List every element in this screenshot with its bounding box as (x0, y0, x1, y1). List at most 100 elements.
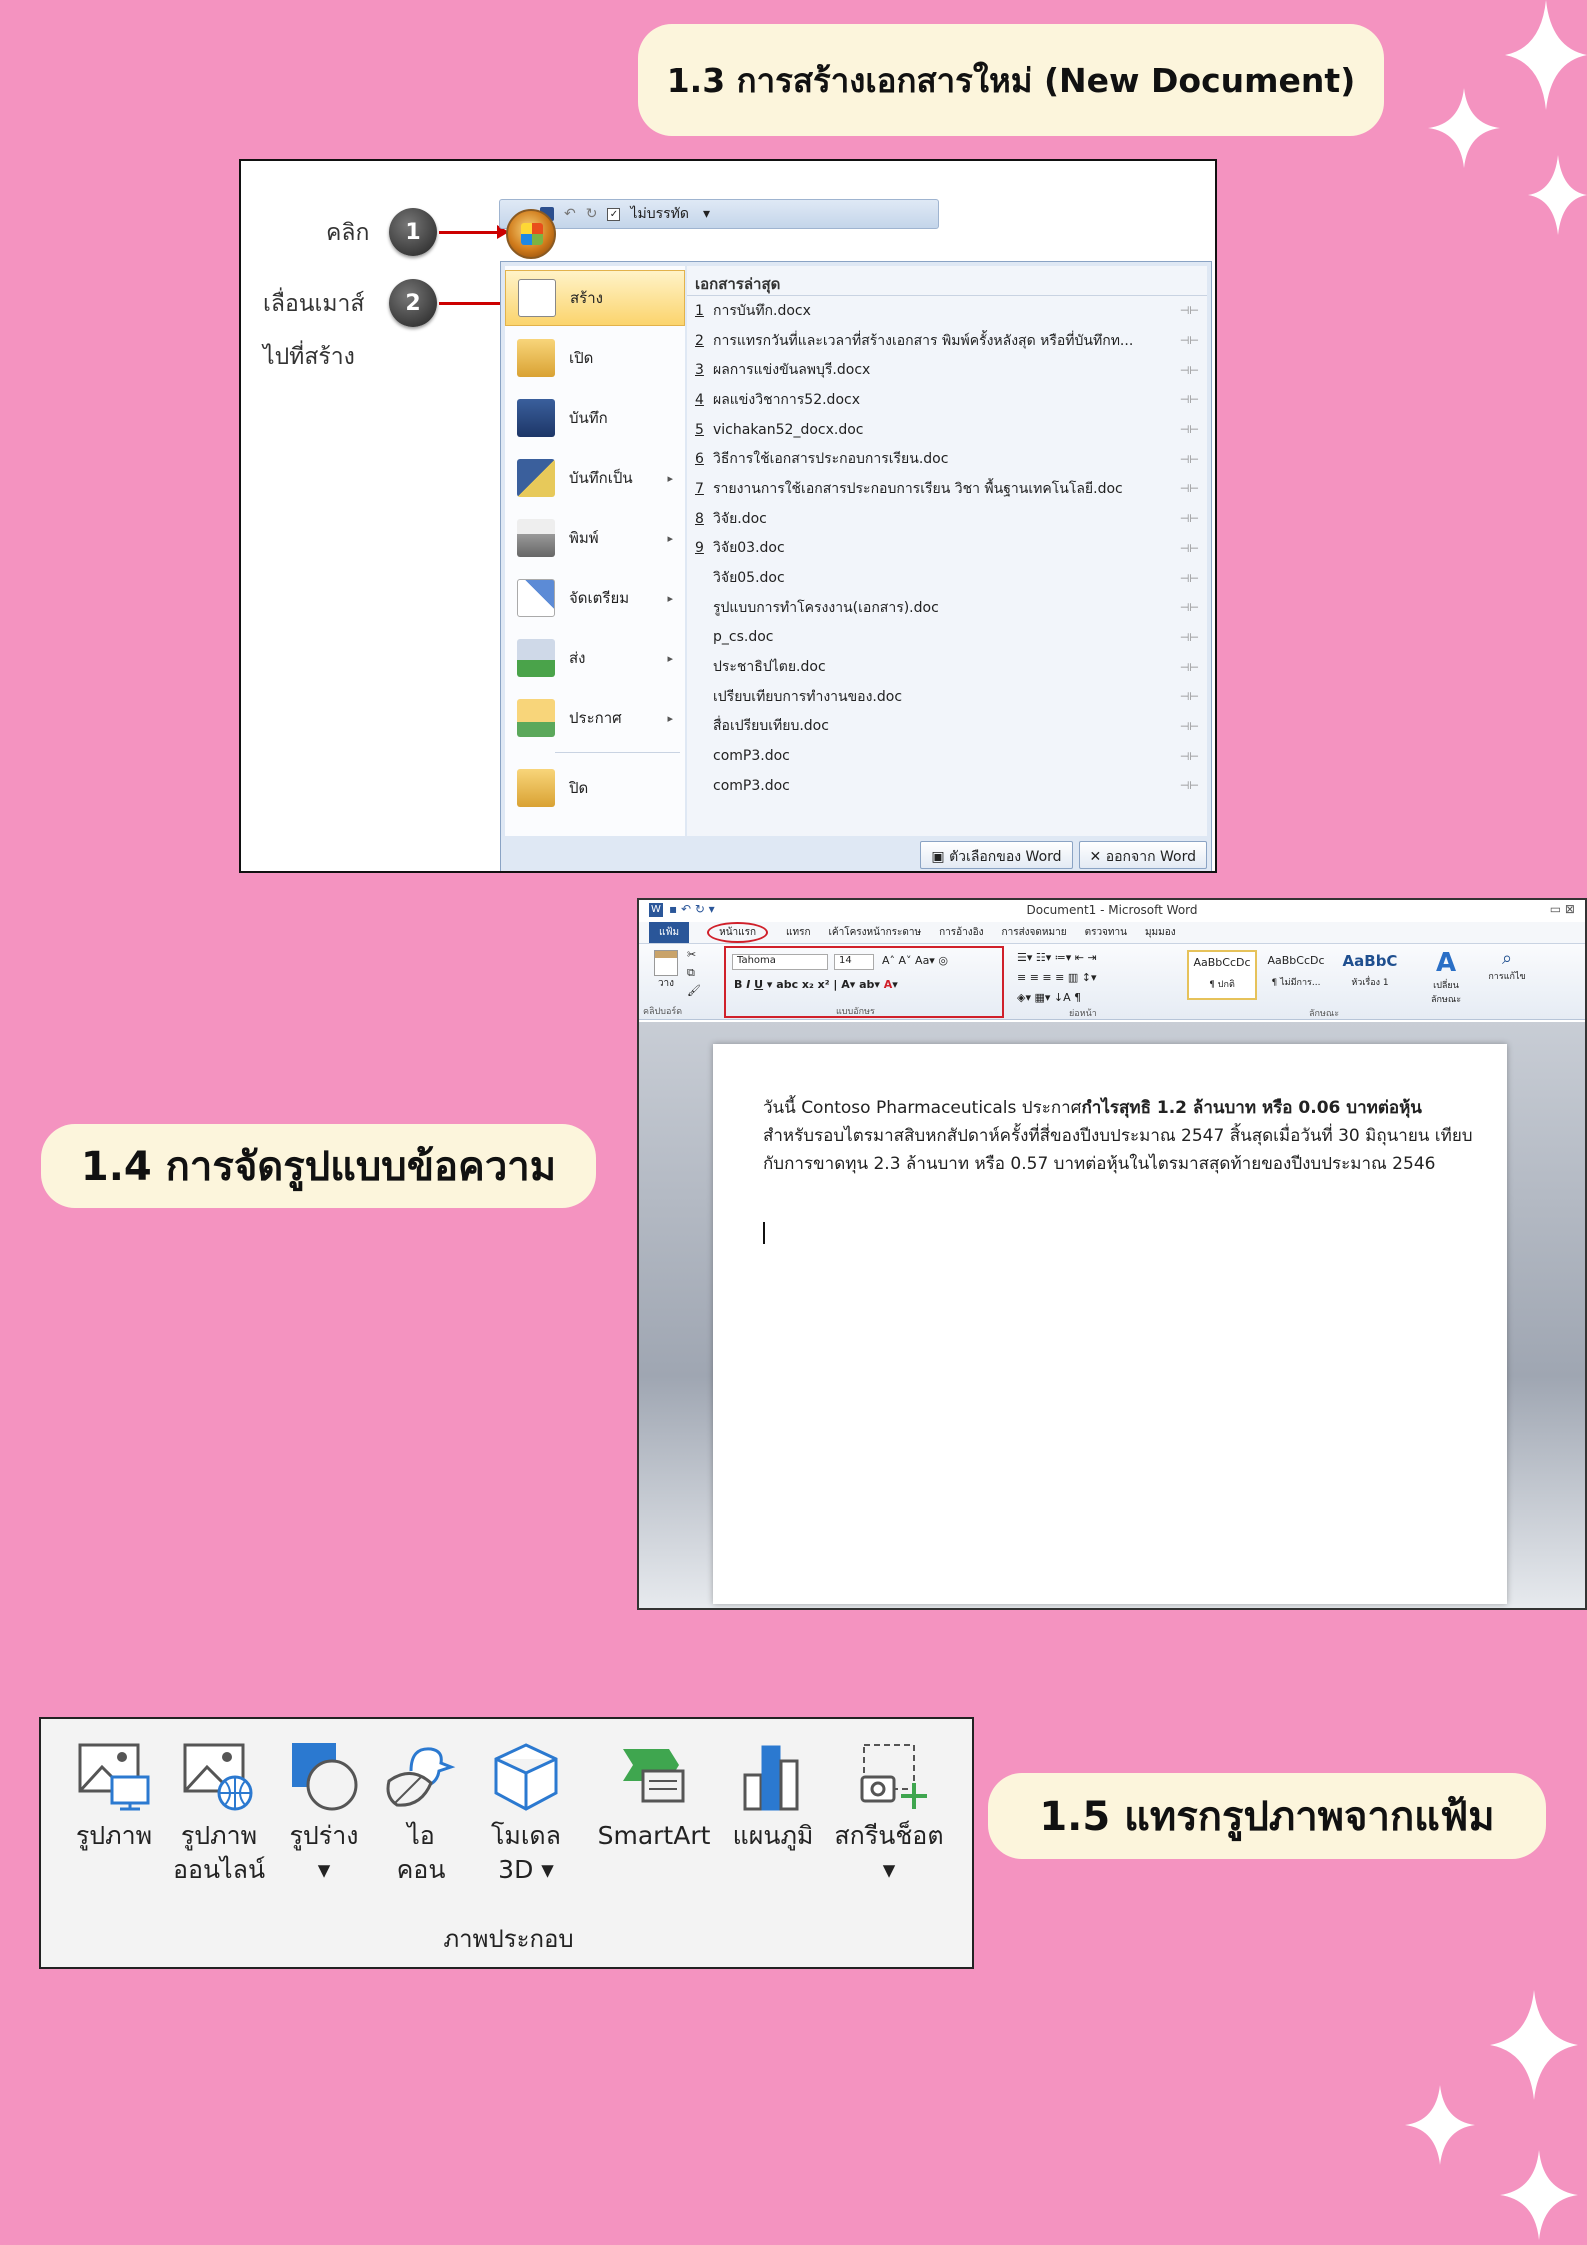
editing-button[interactable]: ⌕ การแก้ไข (1485, 948, 1529, 983)
menu-item-close[interactable]: ปิด (505, 760, 685, 816)
menu-item-publish[interactable]: ประกาศ ▸ (505, 690, 685, 746)
menu-item-label: ส่ง (569, 649, 586, 667)
style-normal[interactable]: AaBbCcDc ¶ ปกติ (1187, 950, 1257, 1000)
recent-doc-item[interactable]: 1 การบันทึก.docx ⊣⊢ (687, 296, 1207, 326)
recent-doc-item[interactable]: สื่อเปรียบเทียบ.doc ⊣⊢ (687, 712, 1207, 742)
pin-icon[interactable]: ⊣⊢ (1180, 720, 1199, 733)
tab-home[interactable]: หน้าแรก (707, 922, 769, 943)
pin-icon[interactable]: ⊣⊢ (1180, 512, 1199, 525)
text-cursor (763, 1222, 765, 1244)
change-styles-label: เปลี่ยนลักษณะ (1430, 981, 1462, 1005)
recent-doc-item[interactable]: 9 วิจัย03.doc ⊣⊢ (687, 534, 1207, 564)
recent-doc-item[interactable]: p_cs.doc ⊣⊢ (687, 623, 1207, 653)
menu-item-print[interactable]: พิมพ์ ▸ (505, 510, 685, 566)
pin-icon[interactable]: ⊣⊢ (1180, 482, 1199, 495)
shapes-button[interactable]: รูปร่าง ▾ (279, 1741, 369, 1887)
font-size-select[interactable]: 14 (834, 954, 874, 970)
tab-page-layout[interactable]: เค้าโครงหน้ากระดาษ (829, 925, 922, 940)
recent-doc-item[interactable]: 8 วิจัย.doc ⊣⊢ (687, 504, 1207, 534)
tab-mailings[interactable]: การส่งจดหมาย (1002, 925, 1067, 940)
format-painter-icon[interactable]: 🖌 (687, 984, 701, 997)
recent-documents-list: 1 การบันทึก.docx ⊣⊢ 2 การแทรกวันที่และเวลาท… (687, 296, 1207, 801)
word-qat-icons[interactable]: ▪ ↶ ↻ ▾ (669, 902, 715, 916)
pin-icon[interactable]: ⊣⊢ (1180, 601, 1199, 614)
grow-shrink-font-icons[interactable]: A˄ A˅ Aa▾ ◎ (882, 954, 948, 967)
screenshot-button[interactable]: สกรีนช็อต ▾ (827, 1741, 951, 1887)
tab-references[interactable]: การอ้างอิง (939, 925, 983, 940)
word-options-label: ตัวเลือกของ Word (949, 849, 1062, 865)
pin-icon[interactable]: ⊣⊢ (1180, 661, 1199, 674)
home-ribbon: วาง ✂ ⧉ 🖌 คลิปบอร์ด Tahoma 14 A˄ A˅ Aa▾ … (639, 944, 1585, 1020)
document-page[interactable]: วันนี้ Contoso Pharmaceuticals ประกาศกำไ… (713, 1044, 1507, 1604)
copy-icon[interactable]: ⧉ (687, 966, 695, 980)
recent-doc-number: 4 (695, 391, 704, 408)
recent-doc-item[interactable]: 7 รายงานการใช้เอกสารประกอบการเรียน วิชา พ… (687, 474, 1207, 504)
exit-word-button[interactable]: ✕ ออกจาก Word (1078, 841, 1207, 869)
qat-label[interactable]: ไม่บรรทัด (630, 203, 689, 225)
style-name: ¶ ไม่มีการ... (1271, 978, 1321, 988)
checkbox-icon[interactable]: ✓ (607, 207, 621, 221)
smartart-button[interactable]: SmartArt (589, 1741, 719, 1853)
recent-doc-item[interactable]: 5 vichakan52_docx.doc ⊣⊢ (687, 415, 1207, 445)
sparkle-icon (1428, 88, 1500, 168)
chart-button[interactable]: แผนภูมิ (723, 1741, 823, 1853)
pin-icon[interactable]: ⊣⊢ (1180, 750, 1199, 763)
pin-icon[interactable]: ⊣⊢ (1180, 334, 1199, 347)
tab-review[interactable]: ตรวจทาน (1085, 925, 1127, 940)
pin-icon[interactable]: ⊣⊢ (1180, 423, 1199, 436)
pin-icon[interactable]: ⊣⊢ (1180, 572, 1199, 585)
binoculars-icon: ⌕ (1501, 948, 1513, 969)
style-heading-1[interactable]: AaBbC หัวเรื่อง 1 (1335, 950, 1405, 1000)
menu-item-save-as[interactable]: บันทึกเป็น ▸ (505, 450, 685, 506)
pin-icon[interactable]: ⊣⊢ (1180, 453, 1199, 466)
paste-button[interactable]: วาง (651, 950, 681, 996)
qat-customize-icon[interactable]: ▾ (703, 206, 710, 222)
change-styles-button[interactable]: A เปลี่ยนลักษณะ (1421, 948, 1471, 1006)
icons-button[interactable]: ไอ คอน (381, 1741, 461, 1887)
style-no-spacing[interactable]: AaBbCcDc ¶ ไม่มีการ... (1261, 950, 1331, 1000)
pin-icon[interactable]: ⊣⊢ (1180, 779, 1199, 792)
pin-icon[interactable]: ⊣⊢ (1180, 304, 1199, 317)
menu-item-open[interactable]: เปิด (505, 330, 685, 386)
tab-file[interactable]: แฟ้ม (649, 922, 690, 943)
word-options-button[interactable]: ▣ ตัวเลือกของ Word (920, 841, 1073, 869)
recent-doc-item[interactable]: วิจัย05.doc ⊣⊢ (687, 563, 1207, 593)
menu-item-new[interactable]: สร้าง (505, 270, 685, 326)
paragraph-buttons[interactable]: ☰▾ ☷▾ ≔▾ ⇤ ⇥ ≡ ≡ ≡ ≡ ▥ ↕▾ ◈▾ ▦▾ ↓A ¶ (1017, 948, 1097, 1008)
menu-item-prepare[interactable]: จัดเตรียม ▸ (505, 570, 685, 626)
font-format-buttons[interactable]: B I U ▾ abc x₂ x² | A▾ ab▾ A▾ (734, 978, 898, 991)
menu-item-save[interactable]: บันทึก (505, 390, 685, 446)
step-2-badge: 2 (389, 279, 437, 327)
window-controls[interactable]: ▭ ⊠ (1550, 902, 1575, 916)
recent-doc-item[interactable]: comP3.doc ⊣⊢ (687, 771, 1207, 801)
recent-doc-item[interactable]: 4 ผลแข่งวิชาการ52.docx ⊣⊢ (687, 385, 1207, 415)
recent-doc-name: การแทรกวันที่และเวลาที่สร้างเอกสาร พิมพ์… (713, 332, 1134, 349)
menu-item-send[interactable]: ส่ง ▸ (505, 630, 685, 686)
redo-icon[interactable]: ↻ (586, 206, 598, 222)
3d-models-button[interactable]: โมเดล 3D ▾ (481, 1741, 571, 1887)
recent-doc-item[interactable]: 3 ผลการแข่งขันลพบุรี.docx ⊣⊢ (687, 355, 1207, 385)
pin-icon[interactable]: ⊣⊢ (1180, 690, 1199, 703)
pin-icon[interactable]: ⊣⊢ (1180, 364, 1199, 377)
pin-icon[interactable]: ⊣⊢ (1180, 542, 1199, 555)
recent-doc-item[interactable]: เปรียบเทียบการทำงานของ.doc ⊣⊢ (687, 682, 1207, 712)
online-pictures-button[interactable]: รูปภาพ ออนไลน์ (169, 1741, 269, 1887)
tab-view[interactable]: มุมมอง (1145, 925, 1176, 940)
pin-icon[interactable]: ⊣⊢ (1180, 631, 1199, 644)
recent-doc-item[interactable]: 2 การแทรกวันที่และเวลาที่สร้างเอกสาร พิมพ… (687, 326, 1207, 356)
save-as-icon (517, 459, 555, 497)
undo-icon[interactable]: ↶ (564, 206, 576, 222)
tab-insert[interactable]: แทรก (786, 925, 810, 940)
cut-icon[interactable]: ✂ (687, 948, 696, 961)
font-name-select[interactable]: Tahoma (732, 954, 828, 970)
pin-icon[interactable]: ⊣⊢ (1180, 393, 1199, 406)
pictures-button[interactable]: รูปภาพ (69, 1741, 159, 1853)
recent-doc-item[interactable]: ประชาธิปไตย.doc ⊣⊢ (687, 652, 1207, 682)
recent-doc-item[interactable]: 6 วิธีการใช้เอกสารประกอบการเรียน.doc ⊣⊢ (687, 444, 1207, 474)
button-label-line2: 3D ▾ (498, 1855, 554, 1884)
document-body-text[interactable]: วันนี้ Contoso Pharmaceuticals ประกาศกำไ… (763, 1094, 1473, 1178)
recent-doc-item[interactable]: comP3.doc ⊣⊢ (687, 741, 1207, 771)
submenu-arrow-icon: ▸ (667, 531, 673, 545)
recent-doc-item[interactable]: รูปแบบการทำโครงงาน(เอกสาร).doc ⊣⊢ (687, 593, 1207, 623)
office-button[interactable] (506, 209, 556, 259)
